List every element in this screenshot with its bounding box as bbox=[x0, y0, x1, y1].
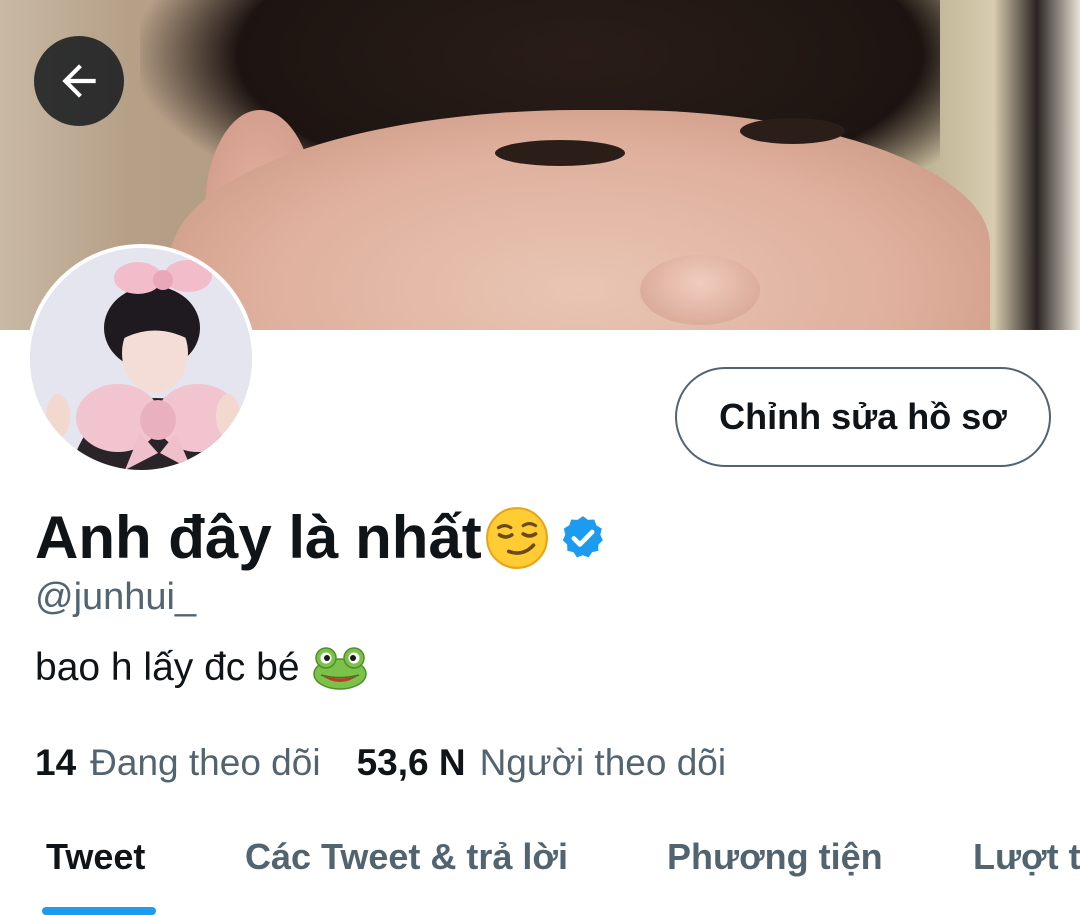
profile-tabs: Tweet Các Tweet & trả lời Phương tiện Lư… bbox=[0, 822, 1080, 915]
tab-tweets-and-replies[interactable]: Các Tweet & trả lời bbox=[245, 836, 568, 878]
edit-profile-label: Chỉnh sửa hồ sơ bbox=[719, 396, 1007, 437]
tab-tweets[interactable]: Tweet bbox=[46, 836, 145, 878]
arrow-left-icon bbox=[62, 64, 96, 98]
following-link[interactable]: 14 Đang theo dõi bbox=[35, 742, 321, 784]
profile-bio: bao h lấy đc bé bbox=[35, 640, 368, 696]
user-handle: @junhui_ bbox=[35, 576, 197, 618]
smirking-face-emoji-icon bbox=[484, 505, 550, 571]
following-count: 14 bbox=[35, 742, 77, 783]
followers-label: Người theo dõi bbox=[479, 742, 727, 783]
banner-photo-eye-right bbox=[740, 118, 845, 144]
display-name-row: Anh đây là nhất bbox=[35, 500, 608, 575]
verified-badge-icon[interactable] bbox=[558, 513, 608, 563]
profile-avatar[interactable] bbox=[26, 244, 256, 474]
tab-media[interactable]: Phương tiện bbox=[667, 836, 883, 878]
display-name: Anh đây là nhất bbox=[35, 504, 482, 571]
followers-count: 53,6 N bbox=[356, 742, 466, 783]
bio-text: bao h lấy đc bé bbox=[35, 646, 300, 689]
following-label: Đang theo dõi bbox=[90, 742, 321, 783]
tab-likes[interactable]: Lượt thích bbox=[973, 836, 1080, 878]
edit-profile-button[interactable]: Chỉnh sửa hồ sơ bbox=[675, 367, 1051, 467]
banner-photo-nose bbox=[640, 255, 760, 325]
profile-stats: 14 Đang theo dõi 53,6 N Người theo dõi bbox=[35, 738, 726, 788]
back-button[interactable] bbox=[34, 36, 124, 126]
followers-link[interactable]: 53,6 N Người theo dõi bbox=[357, 742, 727, 784]
banner-photo-eye-left bbox=[495, 140, 625, 166]
frog-face-emoji-icon bbox=[312, 646, 368, 690]
active-tab-indicator bbox=[42, 907, 156, 915]
avatar-photo bbox=[30, 248, 252, 470]
